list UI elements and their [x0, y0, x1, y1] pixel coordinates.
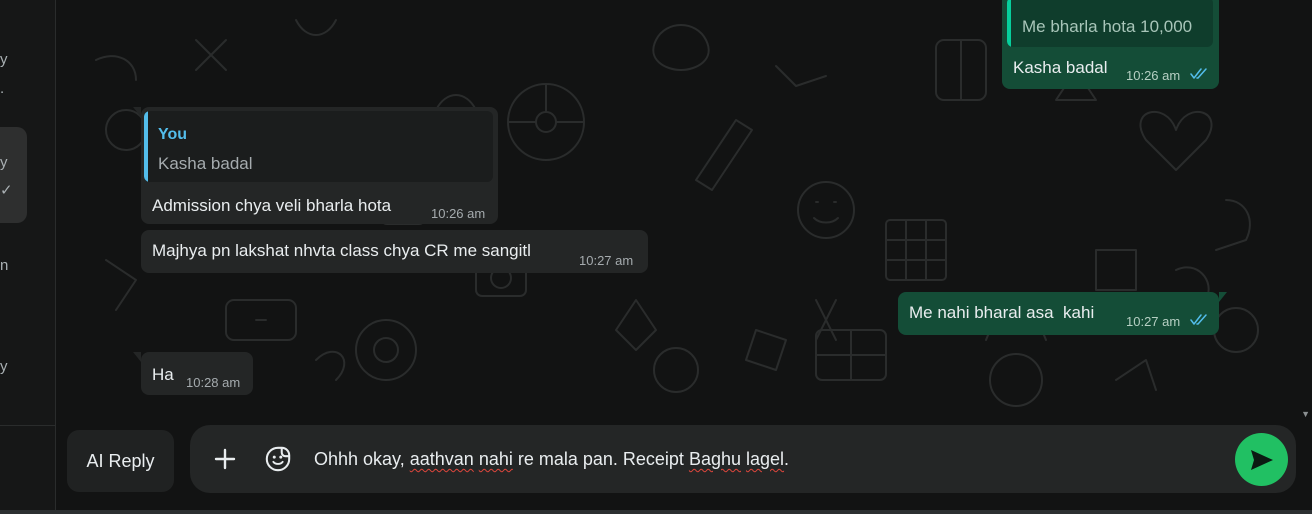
- sidebar-divider: [0, 425, 56, 426]
- quoted-author: You: [158, 126, 188, 143]
- bubble-tail: [133, 352, 141, 362]
- chat-list-fragment: ✓: [0, 182, 13, 199]
- input-text: .: [784, 449, 790, 469]
- bubble-tail: [1219, 292, 1227, 302]
- chat-list-fragment: n: [0, 257, 9, 274]
- outgoing-message[interactable]: Me bharla hota 10,000 Kasha badal 10:26 …: [1002, 0, 1219, 89]
- quoted-text: Me bharla hota 10,000: [1022, 17, 1193, 36]
- message-composer[interactable]: Ohhh okay, aathvan nahi re mala pan. Rec…: [190, 425, 1296, 493]
- message-text: Admission chya veli bharla hota: [152, 196, 392, 215]
- quoted-text: Kasha badal: [158, 154, 253, 173]
- chat-list-sidebar: y . y ✓ n y: [0, 0, 56, 514]
- misspelled-word: aathvan: [409, 449, 474, 469]
- quoted-message[interactable]: Me bharla hota 10,000: [1007, 0, 1213, 47]
- chat-list-fragment: y: [0, 154, 8, 171]
- whatsapp-window: y . y ✓ n y Me bharla hota 10,000 Kasha …: [0, 0, 1312, 514]
- input-text: re mala pan. Receipt: [512, 449, 689, 469]
- input-text: Ohhh okay,: [314, 449, 410, 469]
- read-ticks-icon: [1190, 68, 1207, 79]
- misspelled-word: lagel: [746, 449, 785, 469]
- plus-icon[interactable]: [211, 445, 239, 473]
- send-button[interactable]: [1235, 433, 1288, 486]
- message-input[interactable]: Ohhh okay, aathvan nahi re mala pan. Rec…: [314, 449, 789, 470]
- chat-list-fragment: .: [0, 80, 5, 97]
- read-ticks-icon: [1190, 314, 1207, 325]
- quote-accent-bar: [144, 111, 148, 182]
- incoming-message[interactable]: Majhya pn lakshat nhvta class chya CR me…: [141, 230, 648, 273]
- message-text: Majhya pn lakshat nhvta class chya CR me…: [152, 241, 531, 260]
- message-time: 10:27 am: [1126, 314, 1181, 329]
- misspelled-word: nahi: [478, 449, 513, 469]
- message-text: Me nahi bharal asa kahi: [909, 303, 1095, 322]
- outgoing-message[interactable]: Me nahi bharal asa kahi 10:27 am: [898, 292, 1227, 335]
- sticker-icon[interactable]: [264, 445, 292, 473]
- chat-list-fragment: y: [0, 51, 8, 68]
- message-text: Ha: [152, 365, 174, 384]
- quote-accent-bar: [1007, 0, 1011, 47]
- ai-reply-button[interactable]: AI Reply: [67, 430, 174, 492]
- misspelled-word: Baghu: [688, 449, 741, 469]
- incoming-message[interactable]: Ha 10:28 am: [133, 352, 253, 395]
- message-time: 10:26 am: [431, 206, 486, 221]
- bubble-tail: [133, 107, 141, 117]
- scroll-down-arrow-icon[interactable]: ▼: [1301, 409, 1310, 419]
- message-time: 10:26 am: [1126, 68, 1181, 83]
- message-time: 10:28 am: [186, 375, 241, 390]
- window-bottom-edge: [0, 510, 1312, 514]
- message-time: 10:27 am: [579, 253, 634, 268]
- message-text: Kasha badal: [1013, 58, 1108, 77]
- quoted-message[interactable]: You Kasha badal: [144, 111, 493, 182]
- send-icon: [1250, 449, 1273, 470]
- chat-list-fragment: y: [0, 358, 8, 375]
- selected-chat-highlight[interactable]: [0, 127, 27, 223]
- incoming-message[interactable]: You Kasha badal Admission chya veli bhar…: [133, 107, 498, 224]
- chat-scrollbar[interactable]: [1303, 0, 1309, 420]
